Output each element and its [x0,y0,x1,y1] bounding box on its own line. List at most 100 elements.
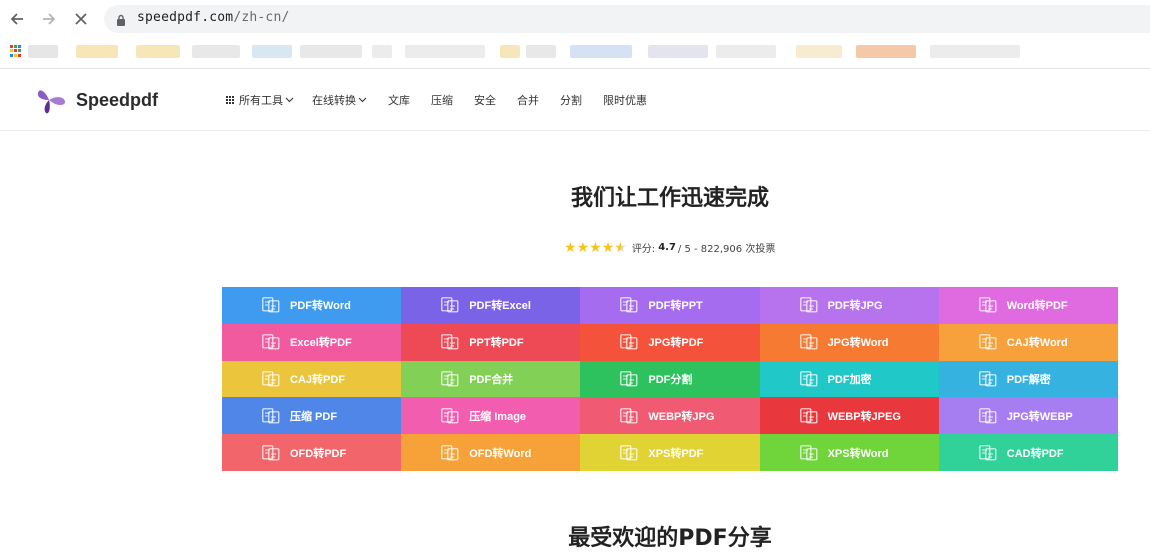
rating-prefix: 评分: [631,244,656,255]
bookmark-item[interactable] [252,45,292,58]
tool-label: OFD转Word [469,447,532,460]
tool-label: XPS转Word [827,447,889,460]
tool-tile[interactable]: WEBP转JPEG [759,397,939,435]
forward-icon[interactable] [38,8,60,30]
bookmark-item[interactable] [28,45,58,58]
tool-tile[interactable]: PDF加密 [759,360,939,398]
tool-tile[interactable]: XPS转PDF [580,434,760,471]
file-convert-icon [799,444,818,461]
tool-tile[interactable]: CAJ转Word [938,323,1118,361]
nav-merge[interactable]: 合并 [517,92,539,108]
bookmark-item[interactable] [405,45,485,58]
stop-loading-icon[interactable] [70,8,92,30]
file-convert-icon [262,444,280,461]
logo-text: Speedpdf [76,89,159,110]
file-convert-icon [978,297,997,313]
rating-suffix: / 5 - 822,906 次投票 [677,244,776,255]
nav-compress[interactable]: 压缩 [431,92,453,108]
tool-tile[interactable]: PDF合并 [401,360,581,398]
star-rating: ★ ★ ★ ★ ★ [564,241,627,255]
tool-tile[interactable]: CAD转PDF [938,434,1118,471]
tool-label: PDF转Excel [469,300,531,313]
bookmark-item[interactable] [570,45,632,58]
nav-split[interactable]: 分割 [560,92,582,108]
nav-promo[interactable]: 限时优惠 [603,92,647,108]
tool-tile[interactable]: PPT转PDF [401,323,581,361]
tool-label: OFD转PDF [290,447,347,460]
star-icon: ★ [576,239,590,256]
bookmark-item[interactable] [930,45,1020,58]
nav-library[interactable]: 文库 [388,92,410,108]
file-convert-icon [978,407,997,424]
star-icon: ★ [589,239,602,256]
tool-tile[interactable]: CAJ转PDF [222,360,402,398]
file-convert-icon [799,297,818,313]
tool-label: PDF加密 [827,373,872,386]
tool-tile[interactable]: PDF解密 [938,360,1118,398]
tool-tile[interactable]: Excel转PDF [222,323,402,361]
bookmarks-bar [0,38,1150,69]
tool-label: Excel转PDF [290,337,352,350]
tool-label: PDF转JPG [827,300,883,313]
bookmark-item[interactable] [300,45,362,58]
tool-tile[interactable]: JPG转PDF [580,323,760,361]
tool-label: JPG转Word [827,337,889,350]
bookmark-item[interactable] [716,45,776,58]
bookmark-item[interactable] [372,45,392,58]
star-icon: ★ [601,239,615,256]
tool-label: PPT转PDF [469,337,524,350]
tool-label: JPG转PDF [648,337,704,350]
site-logo[interactable]: Speedpdf [35,84,158,116]
file-convert-icon [441,371,459,387]
star-icon: ★ [564,239,577,256]
back-icon[interactable] [6,8,28,30]
file-convert-icon [441,297,459,313]
nav-online-convert[interactable]: 在线转换 [312,92,367,108]
file-convert-icon [620,334,638,350]
file-convert-icon [799,407,818,424]
address-bar[interactable]: speedpdf.com/zh-cn/ [104,5,1150,33]
bookmark-item[interactable] [136,45,180,58]
nav-security[interactable]: 安全 [474,92,496,108]
half-star-icon: ★ [614,239,627,256]
tool-label: WEBP转JPG [648,410,715,423]
chevron-down-icon [285,97,294,103]
tool-label: CAJ转Word [1006,337,1068,350]
file-convert-icon [441,444,459,461]
tool-tile[interactable]: Word转PDF [938,287,1118,324]
tool-label: XPS转PDF [648,447,704,460]
bookmark-item[interactable] [856,45,916,58]
url-text: speedpdf.com/zh-cn/ [137,10,290,25]
bookmark-item[interactable] [76,45,118,58]
tool-tile[interactable]: PDF转JPG [759,287,939,324]
tool-label: PDF转PPT [648,300,703,313]
tool-tile[interactable]: PDF转Excel [401,287,581,324]
file-convert-icon [978,334,997,350]
nav-all-tools[interactable]: 所有工具 [226,92,294,108]
bookmark-item[interactable] [526,45,556,58]
tool-tile[interactable]: PDF分割 [580,360,760,398]
tool-tile[interactable]: OFD转PDF [222,434,402,471]
tool-label: CAD转PDF [1006,447,1064,460]
tool-label: PDF转Word [290,300,351,313]
bookmark-item[interactable] [648,45,708,58]
tool-tile[interactable]: 压缩 Image [401,397,581,435]
bookmark-item[interactable] [192,45,240,58]
tool-tile[interactable]: JPG转WEBP [938,397,1118,435]
tool-tile[interactable]: OFD转Word [401,434,581,471]
tool-label: PDF分割 [648,373,693,386]
file-convert-icon [799,334,818,350]
bookmark-item[interactable] [500,45,520,58]
file-convert-icon [978,444,997,461]
bookmark-item[interactable] [796,45,842,58]
tool-tile[interactable]: 压缩 PDF [222,397,402,435]
file-convert-icon [620,444,638,461]
apps-icon[interactable] [10,45,22,57]
tool-tile[interactable]: WEBP转JPG [580,397,760,435]
tool-tile[interactable]: XPS转Word [759,434,939,471]
tool-tile[interactable]: PDF转PPT [580,287,760,324]
tool-tile[interactable]: PDF转Word [222,287,402,324]
tools-grid: PDF转Word PDF转Excel PDF转PPT PDF转JPG Word转PDF E… [222,287,1118,471]
tool-tile[interactable]: JPG转Word [759,323,939,361]
butterfly-logo-icon [37,90,66,114]
